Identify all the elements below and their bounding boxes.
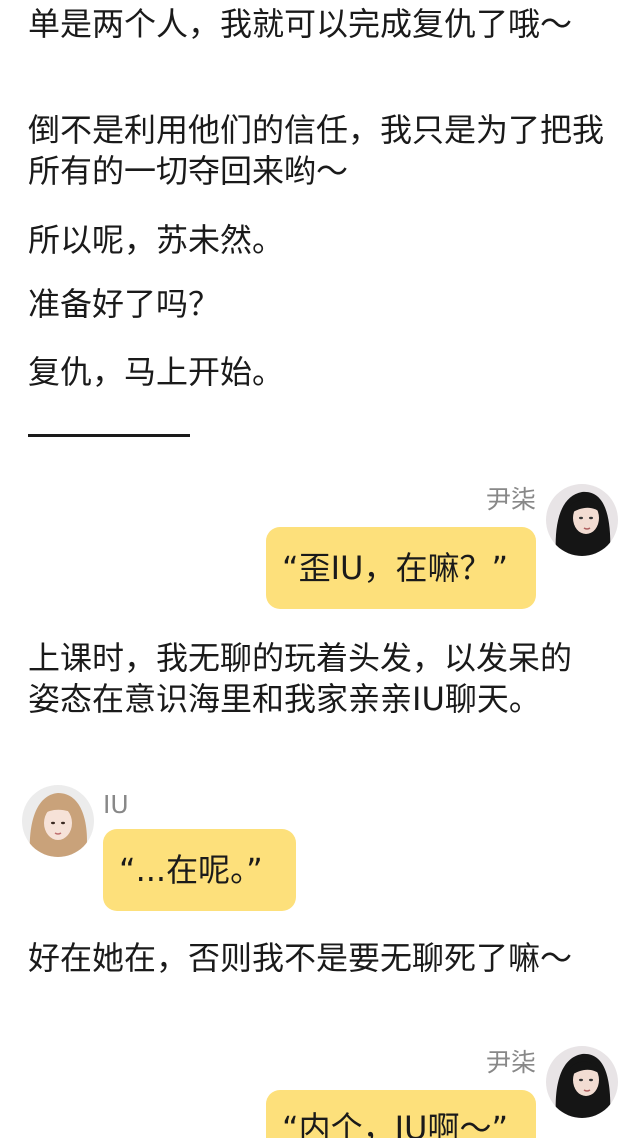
avatar-yinqi[interactable] — [546, 1046, 618, 1118]
story-paragraph: 单是两个人，我就可以完成复仇了哦～ — [28, 5, 573, 43]
sender-name: 尹柒 — [485, 485, 536, 514]
sender-name: 尹柒 — [485, 1048, 536, 1077]
avatar-iu[interactable] — [22, 785, 94, 857]
girl-portrait-icon — [22, 785, 94, 857]
message-bubble: “...在呢。” — [103, 829, 296, 911]
girl-portrait-icon — [546, 484, 618, 556]
sender-name: IU — [103, 790, 129, 819]
story-paragraph: 倒不是利用他们的信任，我只是为了把我所有的一切夺回来哟～ — [28, 111, 605, 190]
story-paragraph: 上课时，我无聊的玩着头发，以发呆的姿态在意识海里和我家亲亲IU聊天。 — [28, 639, 573, 718]
story-paragraph: 好在她在，否则我不是要无聊死了嘛～ — [28, 939, 573, 977]
girl-portrait-icon — [546, 1046, 618, 1118]
message-bubble: “歪IU，在嘛？” — [266, 527, 536, 609]
avatar-yinqi[interactable] — [546, 484, 618, 556]
story-paragraph: 准备好了吗？ — [28, 285, 221, 323]
message-bubble: “内个，IU啊～” — [266, 1090, 536, 1138]
story-paragraph: 复仇，马上开始。 — [28, 353, 285, 391]
story-paragraph: 所以呢，苏未然。 — [28, 221, 285, 259]
section-divider — [28, 434, 190, 437]
